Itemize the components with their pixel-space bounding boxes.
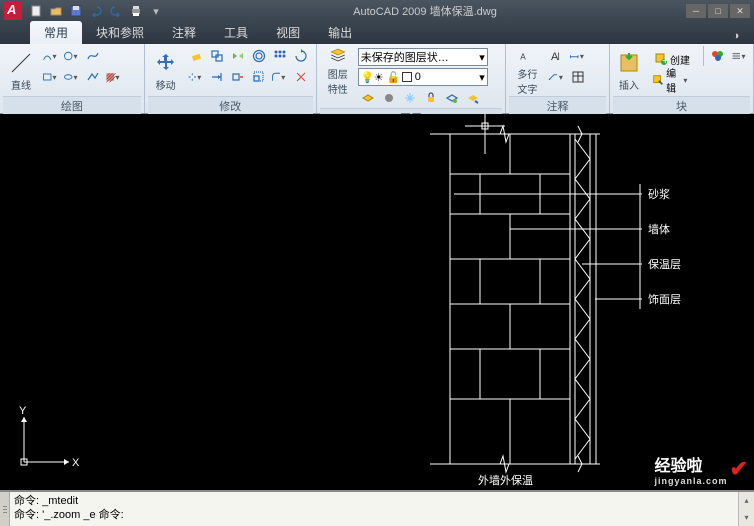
table-icon[interactable]	[568, 67, 588, 87]
annot-mortar: 砂浆	[648, 187, 670, 201]
rotate-icon[interactable]	[291, 46, 311, 66]
tab-output[interactable]: 输出	[314, 21, 366, 44]
checkmark-icon: ✔	[730, 456, 748, 482]
ribbon: 直线 ▾ ▾ ▾ ▾ ▾ 绘图 移动	[0, 44, 754, 114]
tab-view[interactable]: 视图	[262, 21, 314, 44]
layer-lock-icon[interactable]	[421, 88, 441, 108]
hatch-icon[interactable]: ▾	[104, 67, 124, 87]
line-button[interactable]: 直线	[3, 46, 39, 96]
sun-icon: ☀	[374, 71, 386, 83]
ellipse-icon[interactable]: ▾	[62, 67, 82, 87]
properties-color-icon[interactable]	[708, 46, 728, 66]
tab-blocks[interactable]: 块和参照	[82, 21, 158, 44]
arc-icon[interactable]: ▾	[41, 46, 61, 66]
move-button[interactable]: 移动	[148, 46, 184, 96]
command-grip[interactable]	[0, 492, 10, 526]
scroll-down-icon: ▾	[739, 509, 754, 526]
window-title: AutoCAD 2009 墙体保温.dwg	[164, 3, 686, 19]
qat-dropdown-icon[interactable]: ▾	[148, 3, 164, 19]
save-icon[interactable]	[68, 3, 84, 19]
polyline-icon[interactable]	[83, 67, 103, 87]
undo-icon[interactable]	[88, 3, 104, 19]
redo-icon[interactable]	[108, 3, 124, 19]
layer-properties-button[interactable]: 图层 特性	[320, 46, 356, 96]
trim-icon[interactable]: ▾	[186, 67, 206, 87]
extend-icon[interactable]	[207, 67, 227, 87]
layer-off-icon[interactable]	[379, 88, 399, 108]
panel-draw-label: 绘图	[3, 96, 141, 116]
panel-annotate: A 多行 文字 AI ▾ ▾ 注释	[506, 44, 610, 113]
text-style-icon[interactable]: AI	[547, 46, 567, 66]
drawing-canvas: 砂浆 墙体 保温层 饰面层 外墙外保温	[0, 114, 754, 490]
panel-modify: 移动 ▾ ▾	[145, 44, 317, 113]
mtext-button[interactable]: A 多行 文字	[509, 46, 545, 96]
stretch-icon[interactable]	[228, 67, 248, 87]
layer-current-combo[interactable]: 💡 ☀ 🔓 0 ▾	[358, 68, 488, 86]
layer-color-swatch	[402, 72, 412, 82]
window-controls: ─ □ ✕	[686, 4, 750, 18]
scale-icon[interactable]	[249, 67, 269, 87]
close-button[interactable]: ✕	[730, 4, 750, 18]
spline-icon[interactable]	[83, 46, 103, 66]
panel-modify-label: 修改	[148, 96, 313, 116]
block-edit-button[interactable]: 编辑▾	[647, 70, 697, 90]
copy-icon[interactable]	[207, 46, 227, 66]
app-icon[interactable]	[4, 2, 22, 20]
svg-text:I: I	[557, 51, 560, 63]
array-icon[interactable]	[270, 46, 290, 66]
panel-draw: 直线 ▾ ▾ ▾ ▾ ▾ 绘图	[0, 44, 145, 113]
watermark: 经验啦 jingyanla.com ✔	[655, 452, 748, 486]
command-text[interactable]: 命令: _mtedit 命令: '_.zoom _e 命令:	[10, 492, 738, 526]
properties-line-icon[interactable]: ▾	[730, 46, 750, 66]
maximize-button[interactable]: □	[708, 4, 728, 18]
new-icon[interactable]	[28, 3, 44, 19]
command-scrollbar[interactable]: ▴ ▾	[738, 492, 754, 526]
layer-prev-icon[interactable]	[463, 88, 483, 108]
help-icon[interactable]: ◑	[728, 28, 744, 44]
layer-iso-icon[interactable]	[358, 88, 378, 108]
command-line[interactable]: 命令: _mtedit 命令: '_.zoom _e 命令: ▴ ▾	[0, 490, 754, 526]
panel-annotate-label: 注释	[509, 96, 606, 116]
drawing-area[interactable]: 砂浆 墙体 保温层 饰面层 外墙外保温 X Y 经验啦 jingyanla.co…	[0, 114, 754, 490]
open-icon[interactable]	[48, 3, 64, 19]
ucs-icon: X Y	[14, 402, 84, 472]
panel-layer: 图层 特性 未保存的图层状… ▾ 💡 ☀ 🔓 0 ▾	[317, 44, 507, 113]
mirror-icon[interactable]	[228, 46, 248, 66]
tab-tools[interactable]: 工具	[210, 21, 262, 44]
lock-icon: 🔓	[387, 71, 399, 83]
insert-button[interactable]: 插入	[613, 46, 645, 96]
rectangle-icon[interactable]: ▾	[41, 67, 61, 87]
tab-annotate[interactable]: 注释	[158, 21, 210, 44]
annot-insulation: 保温层	[648, 257, 681, 271]
erase-icon[interactable]	[186, 46, 206, 66]
scroll-up-icon: ▴	[739, 492, 754, 509]
ribbon-tabs: 常用 块和参照 注释 工具 视图 输出 ◑	[0, 22, 754, 44]
svg-text:Y: Y	[19, 405, 27, 417]
svg-text:A: A	[521, 53, 527, 62]
fillet-icon[interactable]: ▾	[270, 67, 290, 87]
quick-access-toolbar: ▾	[28, 3, 164, 19]
explode-icon[interactable]	[291, 67, 311, 87]
annot-wall: 墙体	[648, 222, 670, 236]
dimension-icon[interactable]: ▾	[568, 46, 588, 66]
drawing-title: 外墙外保温	[478, 473, 533, 487]
layer-match-icon[interactable]	[442, 88, 462, 108]
leader-icon[interactable]: ▾	[547, 67, 567, 87]
svg-text:X: X	[72, 457, 80, 469]
layer-state-combo[interactable]: 未保存的图层状… ▾	[358, 48, 488, 66]
panel-block-label: 块	[613, 96, 750, 116]
tab-home[interactable]: 常用	[30, 21, 82, 44]
layer-freeze-icon[interactable]	[400, 88, 420, 108]
panel-block: 插入 + 创建 编辑▾ ▾ 块	[610, 44, 754, 113]
lightbulb-icon: 💡	[361, 71, 373, 83]
print-icon[interactable]	[128, 3, 144, 19]
title-bar: ▾ AutoCAD 2009 墙体保温.dwg ─ □ ✕	[0, 0, 754, 22]
offset-icon[interactable]	[249, 46, 269, 66]
circle-icon[interactable]: ▾	[62, 46, 82, 66]
minimize-button[interactable]: ─	[686, 4, 706, 18]
annot-finish: 饰面层	[648, 292, 681, 306]
